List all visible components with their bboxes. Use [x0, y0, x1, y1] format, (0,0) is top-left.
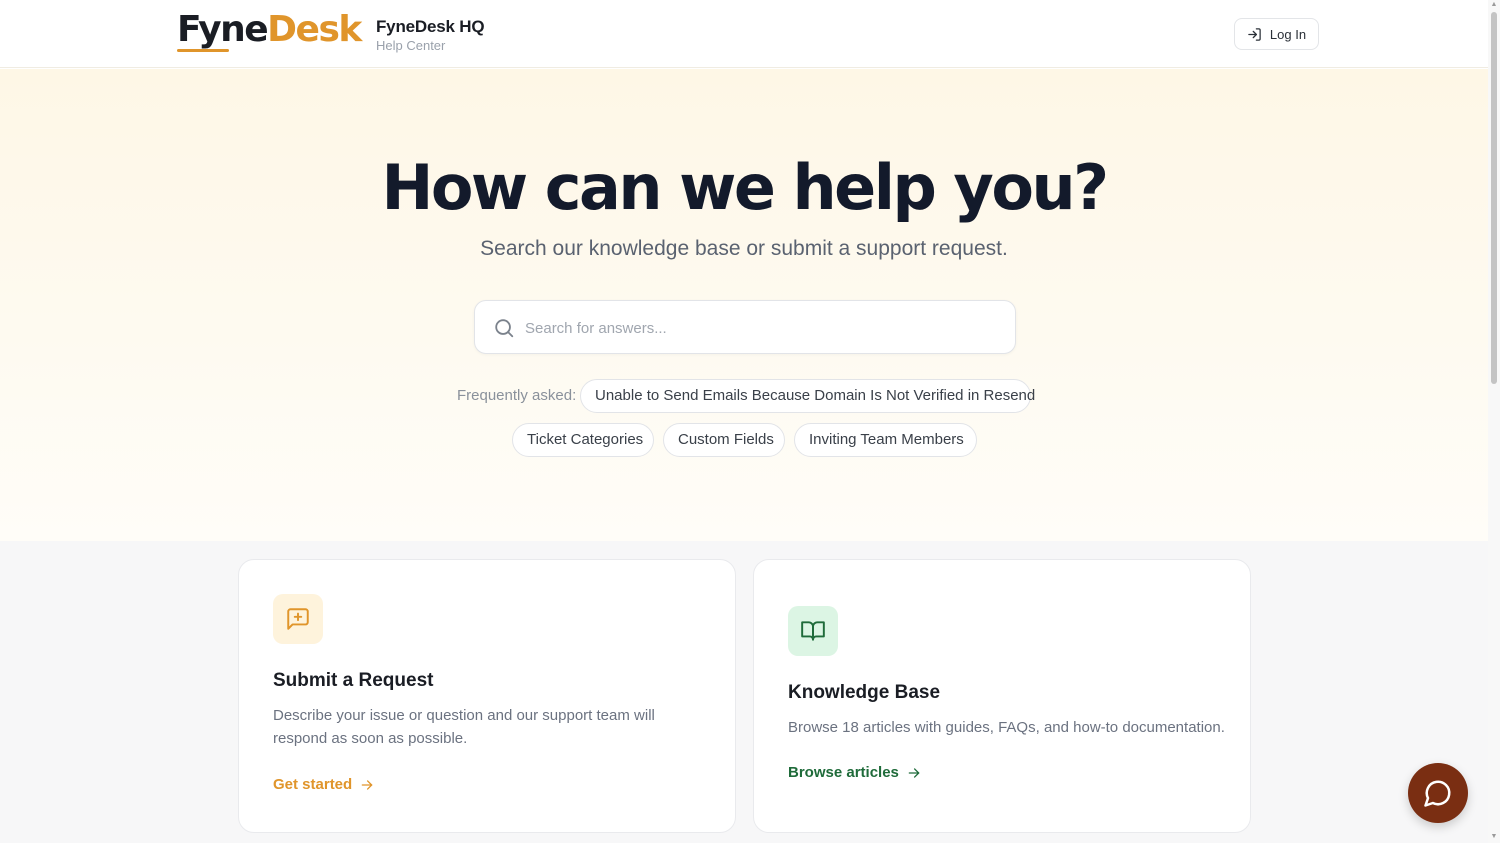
login-label: Log In	[1269, 26, 1307, 42]
hero-title: How can we help you?	[381, 151, 1109, 224]
login-button[interactable]: Log In	[1234, 18, 1319, 50]
book-open-icon	[801, 621, 825, 641]
help-center-page: FyneDesk FyneDesk HQ Help Center Log In …	[0, 0, 1500, 843]
brand-subtitle: Help Center	[376, 38, 446, 53]
frequently-asked-label: Frequently asked:	[457, 387, 577, 404]
knowledge-base-description: Browse 18 articles with guides, FAQs, an…	[788, 719, 1225, 736]
knowledge-base-icon-tile	[788, 606, 838, 656]
hero-section: How can we help you? Search our knowledg…	[0, 69, 1488, 541]
hero-subtitle: Search our knowledge base or submit a su…	[480, 237, 1008, 260]
submit-request-description: Describe your issue or question and our …	[273, 707, 655, 747]
browse-articles-link[interactable]: Browse articles	[788, 764, 921, 781]
submit-request-title: Submit a Request	[273, 670, 434, 691]
browse-articles-label: Browse articles	[788, 764, 899, 781]
chat-bubble-icon	[1424, 780, 1451, 807]
top-header: FyneDesk FyneDesk HQ Help Center Log In	[0, 0, 1488, 68]
faq-chip-domain-not-verified[interactable]: Unable to Send Emails Because Domain Is …	[580, 379, 1035, 413]
fynedesk-logo[interactable]: FyneDesk	[177, 8, 362, 52]
scrollbar-thumb[interactable]	[1491, 12, 1497, 384]
message-plus-icon	[287, 608, 309, 630]
knowledge-base-card[interactable]: Knowledge Base Browse 18 articles with g…	[753, 559, 1251, 833]
get-started-label: Get started	[273, 776, 353, 793]
get-started-link[interactable]: Get started	[273, 776, 374, 793]
submit-request-icon-tile	[273, 594, 323, 644]
logo-underline	[177, 49, 229, 52]
scroll-down-arrow-icon[interactable]: ▼	[1490, 833, 1498, 841]
search-input[interactable]	[525, 311, 995, 345]
chat-widget-button[interactable]	[1408, 763, 1468, 823]
cards-section: Submit a Request Describe your issue or …	[0, 541, 1488, 843]
brand-title: FyneDesk HQ	[376, 17, 485, 36]
search-box[interactable]	[474, 300, 1016, 354]
arrow-right-icon	[908, 767, 920, 778]
faq-chip-custom-fields[interactable]: Custom Fields	[663, 423, 785, 457]
submit-request-card[interactable]: Submit a Request Describe your issue or …	[238, 559, 736, 833]
logo-text-fyne: Fyne	[177, 9, 269, 50]
log-in-icon	[1248, 27, 1261, 41]
faq-chip-inviting-team-members[interactable]: Inviting Team Members	[794, 423, 977, 457]
search-icon	[495, 319, 514, 338]
scroll-up-arrow-icon[interactable]: ▲	[1490, 1, 1498, 9]
faq-chip-ticket-categories[interactable]: Ticket Categories	[512, 423, 654, 457]
arrow-right-icon	[361, 779, 373, 790]
logo-text-desk: Desk	[267, 9, 362, 50]
page-scrollbar[interactable]: ▲ ▼	[1488, 0, 1500, 843]
knowledge-base-title: Knowledge Base	[788, 682, 941, 703]
